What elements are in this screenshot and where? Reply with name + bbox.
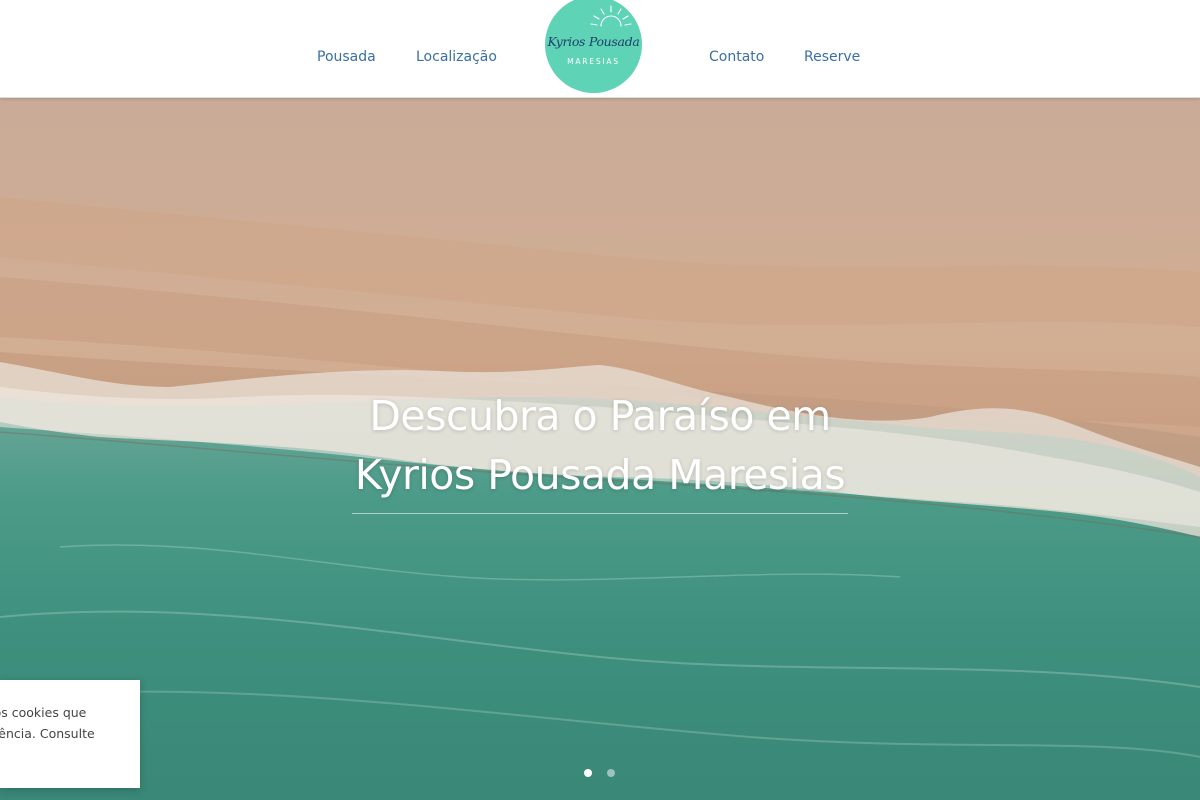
carousel-dot-1[interactable]	[584, 769, 592, 777]
hero-title-line-2: Kyrios Pousada Maresias	[354, 451, 846, 499]
logo-script-text: Kyrios Pousada	[547, 34, 640, 49]
hero-section: Descubra o Paraíso em Kyrios Pousada Mar…	[0, 97, 1200, 800]
nav-link-contato[interactable]: Contato	[709, 49, 764, 65]
hero-divider	[352, 513, 848, 514]
carousel-dots	[584, 769, 625, 779]
hero-title: Descubra o Paraíso em Kyrios Pousada Mar…	[0, 387, 1200, 505]
cookie-banner: a os cookies que eriência. Consulte	[0, 680, 140, 788]
page: Pousada Localização Kyrios Pousada MARES…	[0, 0, 1200, 800]
nav-link-pousada[interactable]: Pousada	[317, 49, 376, 65]
cookie-text-line-1: a os cookies que	[0, 705, 87, 720]
site-header: Pousada Localização Kyrios Pousada MARES…	[0, 0, 1200, 98]
cookie-text-line-2: eriência. Consulte	[0, 726, 95, 741]
nav-link-localizacao[interactable]: Localização	[416, 49, 497, 65]
nav-link-reserve[interactable]: Reserve	[804, 49, 860, 65]
carousel-dot-2[interactable]	[607, 769, 616, 777]
logo-subtitle: MARESIAS	[567, 57, 620, 66]
hero-title-line-1: Descubra o Paraíso em	[369, 392, 831, 440]
cookie-banner-text: a os cookies que eriência. Consulte	[0, 702, 132, 744]
site-logo[interactable]: Kyrios Pousada MARESIAS	[545, 0, 642, 93]
